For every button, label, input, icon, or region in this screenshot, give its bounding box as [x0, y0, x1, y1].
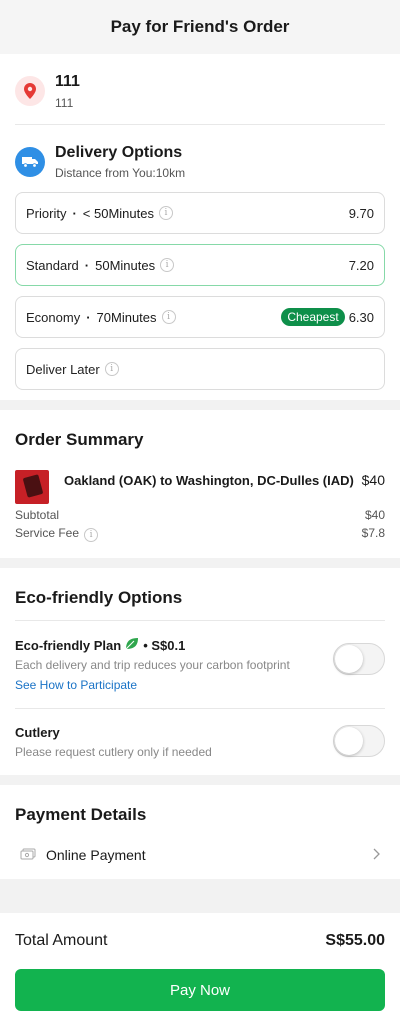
service-fee-value: $7.8 [361, 526, 385, 540]
option-time: 50Minutes [95, 257, 156, 273]
option-time: < 50Minutes [82, 205, 154, 221]
deliver-later-option[interactable]: Deliver Later i [15, 348, 385, 390]
option-price: 9.70 [348, 205, 374, 221]
delivery-options-header: Delivery Options Distance from You:10km [15, 125, 385, 192]
pay-now-button[interactable]: Pay Now [15, 969, 385, 1011]
see-how-link[interactable]: See How to Participate [15, 678, 333, 692]
subtotal-label: Subtotal [15, 508, 60, 522]
option-price: 7.20 [348, 257, 374, 273]
location-pin-icon [15, 76, 45, 106]
page-header: Pay for Friend's Order [0, 0, 400, 54]
option-separator: · [84, 257, 90, 273]
option-price: 6.30 [348, 309, 374, 325]
service-fee-label: Service Fee [15, 526, 80, 540]
page-title: Pay for Friend's Order [110, 17, 290, 36]
subtotal-value: $40 [364, 508, 385, 522]
total-amount-label: Total Amount [15, 932, 108, 949]
address-subtitle: 111 [55, 96, 74, 110]
info-icon[interactable]: i [104, 362, 119, 376]
toggle-knob [335, 645, 363, 673]
cutlery-row: Cutlery Please request cutlery only if n… [15, 708, 385, 775]
checkout-footer: Total Amount S$55.00 Pay Now [0, 913, 400, 1025]
toggle-knob [335, 727, 363, 755]
payment-card: Payment Details Online Payment [0, 785, 400, 879]
payment-title: Payment Details [15, 805, 147, 824]
item-thumbnail [15, 470, 49, 504]
option-name: Priority [26, 205, 67, 221]
eco-plan-row: Eco-friendly Plan • S$0.1 Each delivery … [15, 620, 385, 708]
delivery-option-economy[interactable]: Economy · 70Minutes i Cheapest 6.30 [15, 296, 385, 338]
item-name: Oakland (OAK) to Washington, DC-Dulles (… [64, 473, 354, 488]
cheapest-badge: Cheapest [281, 308, 345, 326]
option-name: Standard [26, 257, 79, 273]
eco-plan-price: • S$0.1 [143, 637, 186, 653]
cutlery-title: Cutlery [15, 725, 60, 740]
delivery-truck-icon [15, 147, 45, 177]
option-time: 70Minutes [96, 309, 157, 325]
payment-card-icon [20, 847, 36, 863]
eco-plan-title: Eco-friendly Plan [15, 637, 122, 653]
delivery-option-priority[interactable]: Priority · < 50Minutes i 9.70 [15, 192, 385, 234]
eco-plan-description: Each delivery and trip reduces your carb… [15, 658, 290, 672]
eco-options-title: Eco-friendly Options [15, 588, 183, 607]
payment-method-row[interactable]: Online Payment [15, 833, 385, 879]
eco-plan-toggle[interactable] [333, 643, 385, 675]
order-item: Oakland (OAK) to Washington, DC-Dulles (… [15, 464, 385, 504]
leaf-icon [125, 637, 139, 653]
order-summary-title: Order Summary [15, 430, 144, 449]
delivery-distance: Distance from You:10km [55, 166, 186, 180]
info-icon[interactable]: i [161, 310, 176, 324]
service-fee-row: Service Fee i $7.8 [15, 526, 385, 542]
item-price: $40 [361, 472, 385, 488]
delivery-options-title: Delivery Options [55, 144, 183, 161]
info-icon[interactable]: i [84, 528, 99, 542]
payment-method-label: Online Payment [46, 847, 146, 863]
cutlery-toggle[interactable] [333, 725, 385, 757]
cutlery-description: Please request cutlery only if needed [15, 745, 212, 759]
delivery-option-standard[interactable]: Standard · 50Minutes i 7.20 [15, 244, 385, 286]
option-separator: · [72, 205, 77, 221]
option-name: Deliver Later [26, 361, 100, 377]
option-separator: · [86, 309, 91, 325]
option-name: Economy [26, 309, 81, 325]
chevron-right-icon [372, 847, 380, 863]
address-row[interactable]: 111 111 [15, 54, 385, 125]
eco-options-card: Eco-friendly Options Eco-friendly Plan •… [0, 568, 400, 775]
address-title: 111 [55, 73, 80, 90]
info-icon[interactable]: i [158, 206, 173, 220]
info-icon[interactable]: i [160, 258, 175, 272]
total-amount-value: S$55.00 [325, 932, 385, 949]
order-summary-card: Order Summary Oakland (OAK) to Washingto… [0, 410, 400, 558]
subtotal-row: Subtotal $40 [15, 508, 385, 522]
delivery-card: 111 111 Delivery Options Distance from Y… [0, 54, 400, 400]
